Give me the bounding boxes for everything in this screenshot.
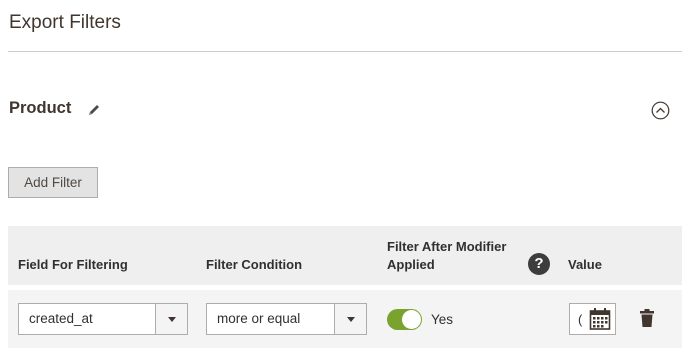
column-header-condition: Filter Condition bbox=[206, 257, 303, 272]
field-select-toggle[interactable] bbox=[155, 304, 187, 334]
column-header-after-modifier: Filter After Modifier Applied bbox=[387, 239, 507, 272]
pencil-icon[interactable] bbox=[85, 101, 103, 119]
after-modifier-toggle[interactable] bbox=[387, 309, 422, 330]
caret-down-icon bbox=[168, 317, 176, 322]
value-input[interactable]: ( bbox=[569, 303, 616, 335]
add-filter-button[interactable]: Add Filter bbox=[8, 167, 98, 198]
page-title: Export Filters bbox=[9, 12, 121, 33]
column-header-value: Value bbox=[568, 257, 602, 272]
table-row: created_at more or equal Yes ( bbox=[8, 290, 682, 348]
collapse-section-icon[interactable] bbox=[651, 101, 670, 120]
condition-select-toggle[interactable] bbox=[334, 304, 366, 334]
section-title: Product bbox=[9, 99, 72, 117]
value-input-text: ( bbox=[578, 312, 583, 327]
column-header-field: Field For Filtering bbox=[18, 257, 128, 272]
condition-select-value: more or equal bbox=[217, 311, 301, 326]
condition-select[interactable]: more or equal bbox=[206, 303, 367, 335]
caret-down-icon bbox=[347, 317, 355, 322]
toggle-knob bbox=[402, 310, 421, 329]
help-icon[interactable]: ? bbox=[528, 253, 550, 275]
field-select[interactable]: created_at bbox=[18, 303, 188, 335]
after-modifier-toggle-label: Yes bbox=[431, 312, 454, 327]
filters-table-header: Field For Filtering Filter Condition Fil… bbox=[8, 226, 682, 285]
calendar-icon[interactable] bbox=[589, 307, 611, 331]
trash-icon[interactable] bbox=[639, 308, 655, 328]
title-divider bbox=[8, 51, 682, 52]
field-select-value: created_at bbox=[29, 311, 93, 326]
